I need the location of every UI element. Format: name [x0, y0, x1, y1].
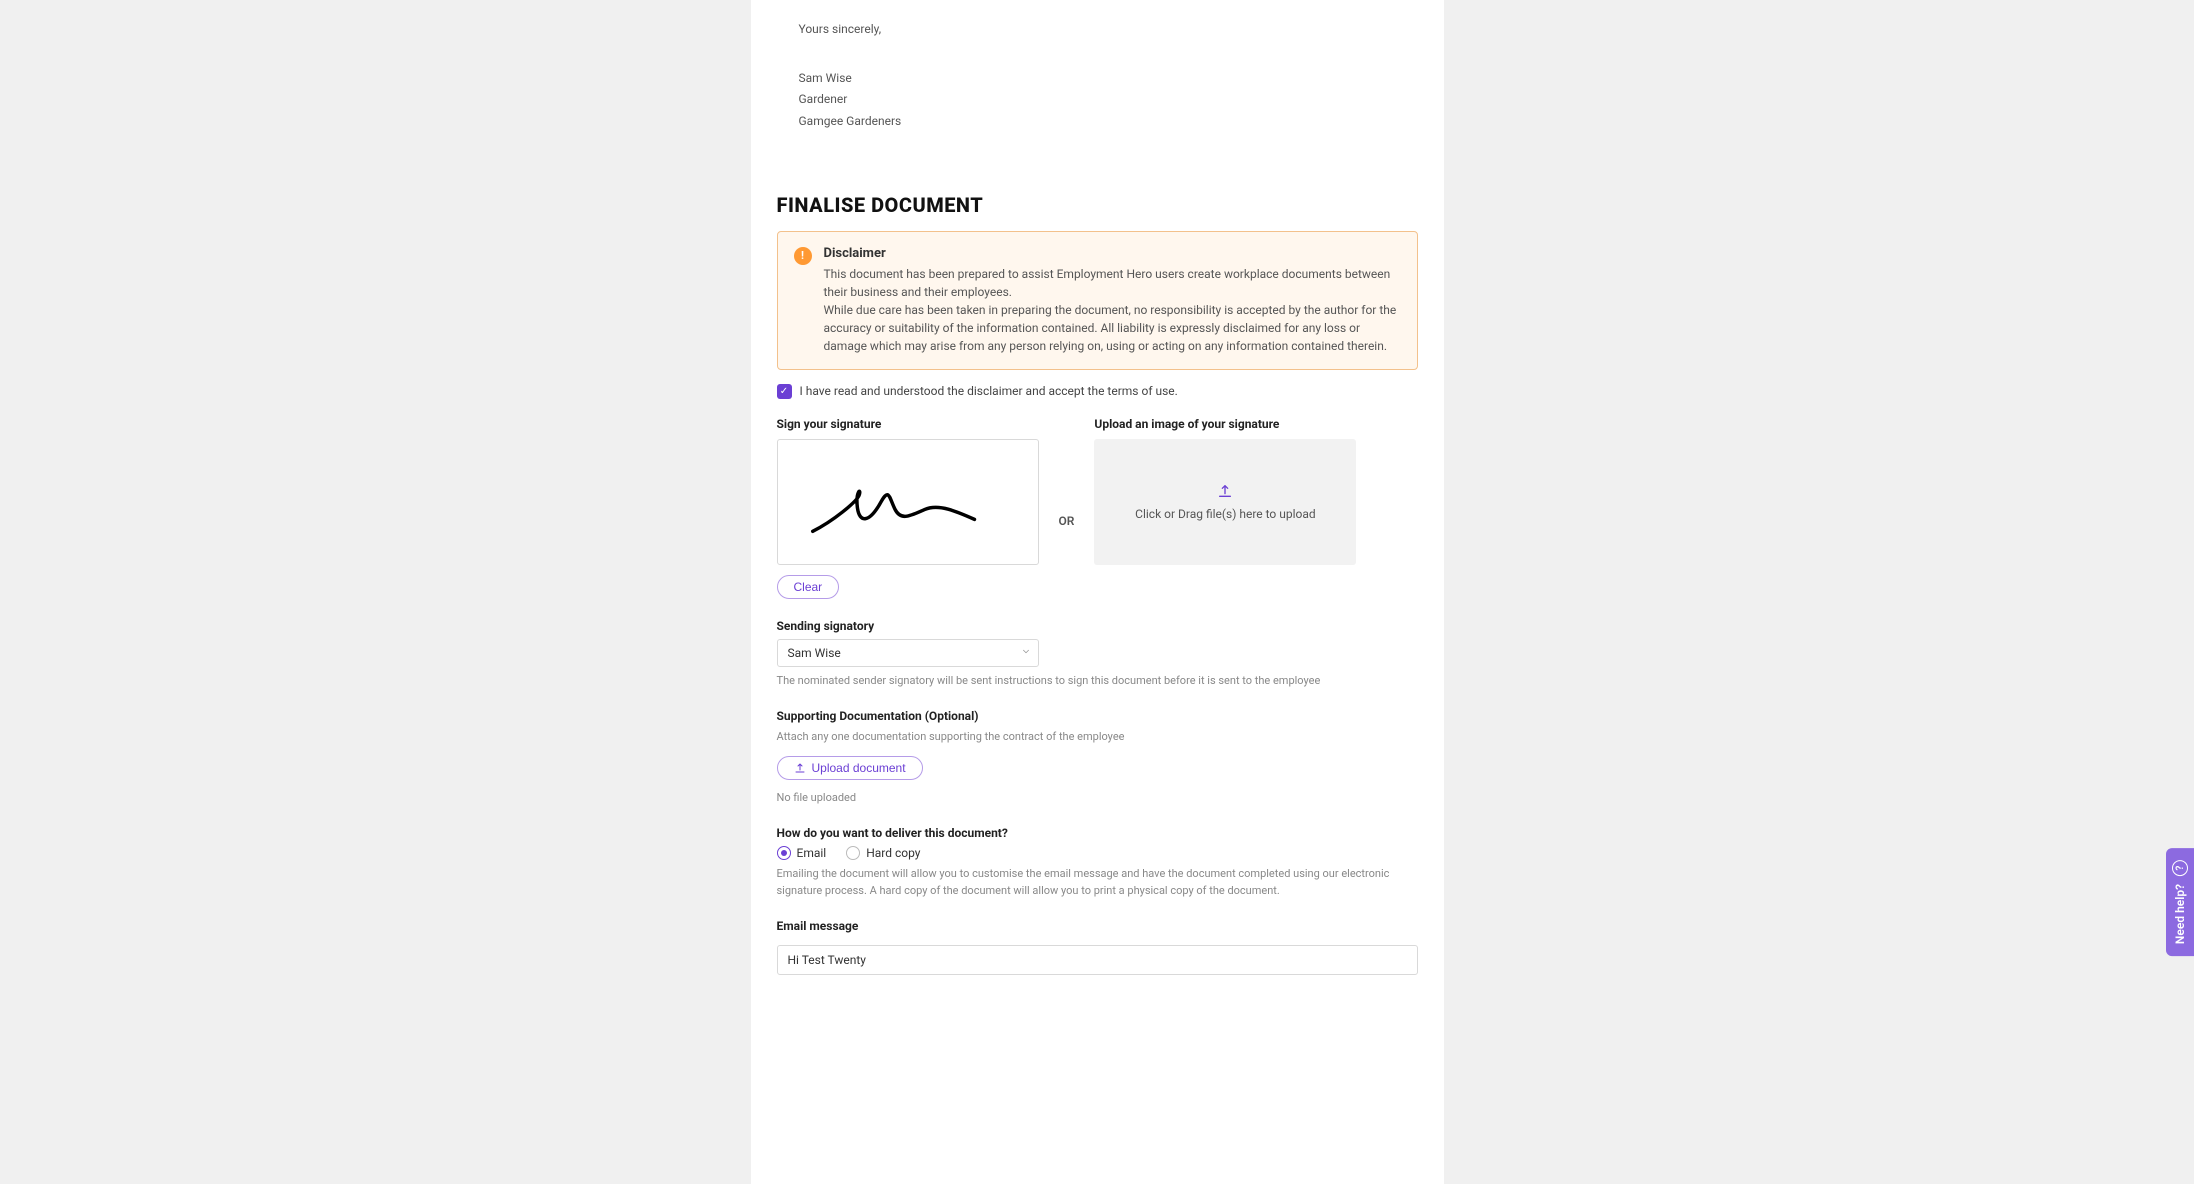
- email-message-input[interactable]: [777, 945, 1418, 975]
- letter-closing: Yours sincerely,: [799, 20, 1396, 39]
- terms-checkbox[interactable]: ✓: [777, 384, 792, 399]
- sending-signatory-label: Sending signatory: [777, 619, 1418, 633]
- signature-pad[interactable]: [777, 439, 1039, 565]
- delivery-hardcopy-label: Hard copy: [866, 846, 920, 860]
- email-message-label: Email message: [777, 919, 1418, 933]
- disclaimer-text-1: This document has been prepared to assis…: [824, 265, 1401, 301]
- upload-hint-text: Click or Drag file(s) here to upload: [1135, 507, 1316, 521]
- signatory-selected-value: Sam Wise: [788, 646, 841, 660]
- delivery-label: How do you want to deliver this document…: [777, 826, 1418, 840]
- disclaimer-box: ! Disclaimer This document has been prep…: [777, 231, 1418, 370]
- letter-body: Yours sincerely, Sam Wise Gardener Gamge…: [751, 20, 1444, 173]
- clear-signature-button[interactable]: Clear: [777, 575, 840, 599]
- content-panel: Yours sincerely, Sam Wise Gardener Gamge…: [751, 0, 1444, 1184]
- signature-or-divider: OR: [1059, 514, 1075, 528]
- upload-document-label: Upload document: [812, 761, 906, 775]
- supporting-doc-help: Attach any one documentation supporting …: [777, 729, 1418, 746]
- terms-label: I have read and understood the disclaime…: [800, 384, 1178, 398]
- delivery-radio-hardcopy[interactable]: Hard copy: [846, 846, 920, 860]
- upload-icon: [794, 762, 806, 774]
- terms-checkbox-row[interactable]: ✓ I have read and understood the disclai…: [777, 384, 1418, 399]
- radio-unchecked-icon: [846, 846, 860, 860]
- no-file-text: No file uploaded: [777, 790, 1418, 807]
- need-help-label: Need help?: [2173, 884, 2187, 944]
- sending-signatory-select[interactable]: Sam Wise: [777, 639, 1039, 667]
- letter-signer-company: Gamgee Gardeners: [799, 112, 1396, 131]
- signature-upload-dropzone[interactable]: Click or Drag file(s) here to upload: [1094, 439, 1356, 565]
- help-icon: ?: [2172, 860, 2188, 876]
- warning-icon: !: [794, 247, 812, 265]
- radio-checked-icon: [777, 846, 791, 860]
- letter-signer-title: Gardener: [799, 90, 1396, 109]
- upload-document-button[interactable]: Upload document: [777, 756, 923, 780]
- upload-signature-label: Upload an image of your signature: [1094, 417, 1356, 431]
- signature-drawing-icon: [778, 440, 1038, 565]
- upload-icon: [1217, 483, 1233, 499]
- supporting-doc-label: Supporting Documentation (Optional): [777, 709, 1418, 723]
- section-heading: Finalise Document: [751, 173, 1444, 231]
- need-help-tab[interactable]: Need help? ?: [2166, 848, 2194, 956]
- signatory-help-text: The nominated sender signatory will be s…: [777, 673, 1418, 690]
- clear-button-label: Clear: [794, 580, 823, 594]
- delivery-email-label: Email: [797, 846, 827, 860]
- delivery-radio-email[interactable]: Email: [777, 846, 827, 860]
- disclaimer-title: Disclaimer: [824, 246, 1401, 261]
- sign-signature-label: Sign your signature: [777, 417, 1039, 431]
- disclaimer-text-2: While due care has been taken in prepari…: [824, 301, 1401, 355]
- letter-signer-name: Sam Wise: [799, 69, 1396, 88]
- delivery-help-text: Emailing the document will allow you to …: [777, 866, 1418, 899]
